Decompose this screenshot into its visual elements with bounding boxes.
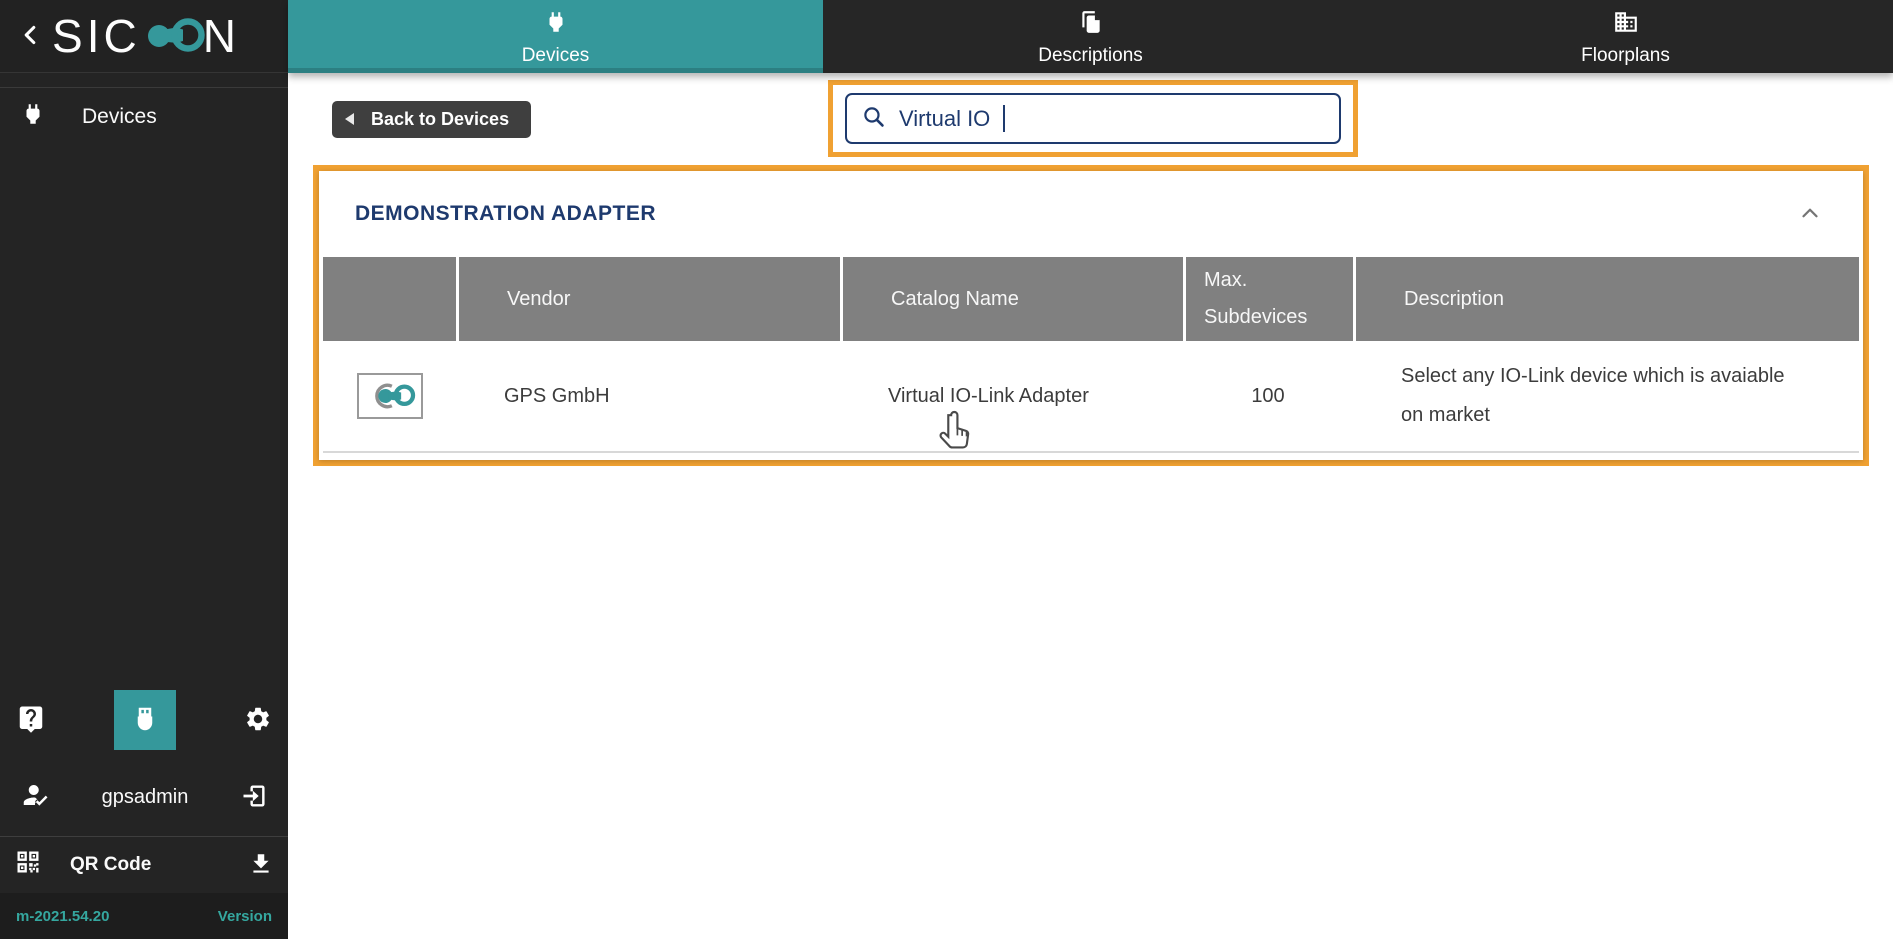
content-area: Back to Devices Virtual IO DEMONSTRATION… (288, 73, 1893, 939)
chevron-left-icon (17, 22, 43, 51)
column-header-catalog-name: Catalog Name (840, 257, 1183, 341)
column-header-max-subdevices: Max. Subdevices (1183, 257, 1353, 341)
settings-button[interactable] (244, 705, 272, 736)
top-tab-bar: Devices Descriptions Floorplans (288, 0, 1893, 73)
usb-devices-button[interactable] (114, 690, 176, 750)
sidebar-qr-row[interactable]: QR Code (0, 836, 288, 893)
back-arrow-icon (345, 109, 354, 130)
logo-text-right: N (202, 10, 240, 62)
adapter-logo-icon (356, 373, 423, 419)
app-logo: SIC N (52, 7, 240, 66)
vendor-cell: GPS GmbH (504, 384, 610, 407)
version-label: Version (217, 907, 272, 925)
tab-label: Descriptions (1038, 44, 1143, 66)
max-subdevices-cell: 100 (1251, 384, 1285, 407)
building-icon (1613, 9, 1639, 41)
panel-title: DEMONSTRATION ADAPTER (355, 202, 656, 225)
sidebar-header: SIC N (0, 0, 288, 73)
adapter-logo-cell (323, 341, 456, 451)
download-icon (248, 851, 274, 880)
panel-header: DEMONSTRATION ADAPTER (319, 171, 1863, 257)
tab-descriptions[interactable]: Descriptions (823, 0, 1358, 73)
help-button[interactable] (16, 704, 46, 737)
version-value: m-2021.54.20 (16, 907, 110, 925)
logout-button[interactable] (240, 782, 268, 813)
search-input[interactable]: Virtual IO (845, 93, 1341, 144)
table-header-row: Vendor Catalog Name Max. Subdevices Desc… (323, 257, 1859, 341)
sidebar-item-devices[interactable]: Devices (0, 87, 288, 146)
sidebar-item-label: Devices (82, 105, 157, 128)
sidebar-tools (0, 682, 288, 758)
column-header-vendor: Vendor (456, 257, 840, 341)
column-header-description: Description (1353, 257, 1859, 341)
gear-icon (244, 705, 272, 736)
tab-label: Devices (521, 44, 590, 66)
sidebar-user-row: gpsadmin (0, 758, 288, 836)
tab-floorplans[interactable]: Floorplans (1358, 0, 1893, 73)
back-button-label: Back to Devices (371, 109, 510, 129)
adapter-table: Vendor Catalog Name Max. Subdevices Desc… (323, 257, 1859, 453)
main-area: Devices Descriptions Floorplans Back to … (288, 0, 1893, 939)
documents-icon (1078, 9, 1104, 41)
qr-code-icon (14, 848, 42, 882)
table-row[interactable]: GPS GmbH Virtual IO-Link Adapter 100 Sel… (323, 341, 1859, 453)
column-header-icon (323, 257, 456, 341)
search-highlight-annotation: Virtual IO (828, 80, 1358, 157)
table-highlight-annotation: DEMONSTRATION ADAPTER Vendor Catalog Nam… (313, 165, 1869, 466)
plug-icon (543, 9, 569, 41)
search-input-value: Virtual IO (899, 105, 991, 131)
sidebar-version-bar: m-2021.54.20 Version (0, 893, 288, 939)
tab-devices[interactable]: Devices (288, 0, 823, 73)
qr-code-label: QR Code (70, 854, 152, 875)
app-root: SIC N Devices gpsadmin QR Code m-2021.54… (0, 0, 1893, 939)
collapse-panel-button[interactable] (1793, 196, 1827, 233)
search-icon (861, 104, 886, 134)
description-cell: Select any IO-Link device which is avaia… (1401, 365, 1785, 426)
demonstration-adapter-panel: DEMONSTRATION ADAPTER Vendor Catalog Nam… (319, 171, 1863, 460)
logo-glyph-icon (133, 11, 207, 66)
tab-label: Floorplans (1581, 44, 1670, 66)
text-caret (1003, 105, 1006, 132)
user-check-icon (20, 780, 50, 815)
sidebar: SIC N Devices gpsadmin QR Code m-2021.54… (0, 0, 288, 939)
back-to-devices-button[interactable]: Back to Devices (332, 101, 532, 138)
collapse-sidebar-button[interactable] (8, 14, 52, 58)
username: gpsadmin (101, 785, 189, 808)
download-qr-button[interactable] (248, 851, 274, 880)
logout-icon (240, 782, 268, 813)
chevron-up-icon (1797, 200, 1823, 229)
plug-icon (20, 101, 46, 133)
catalog-name-cell: Virtual IO-Link Adapter (888, 384, 1089, 407)
logo-text-left: SIC (52, 10, 141, 62)
help-icon (16, 704, 46, 737)
usb-device-icon (130, 704, 160, 737)
